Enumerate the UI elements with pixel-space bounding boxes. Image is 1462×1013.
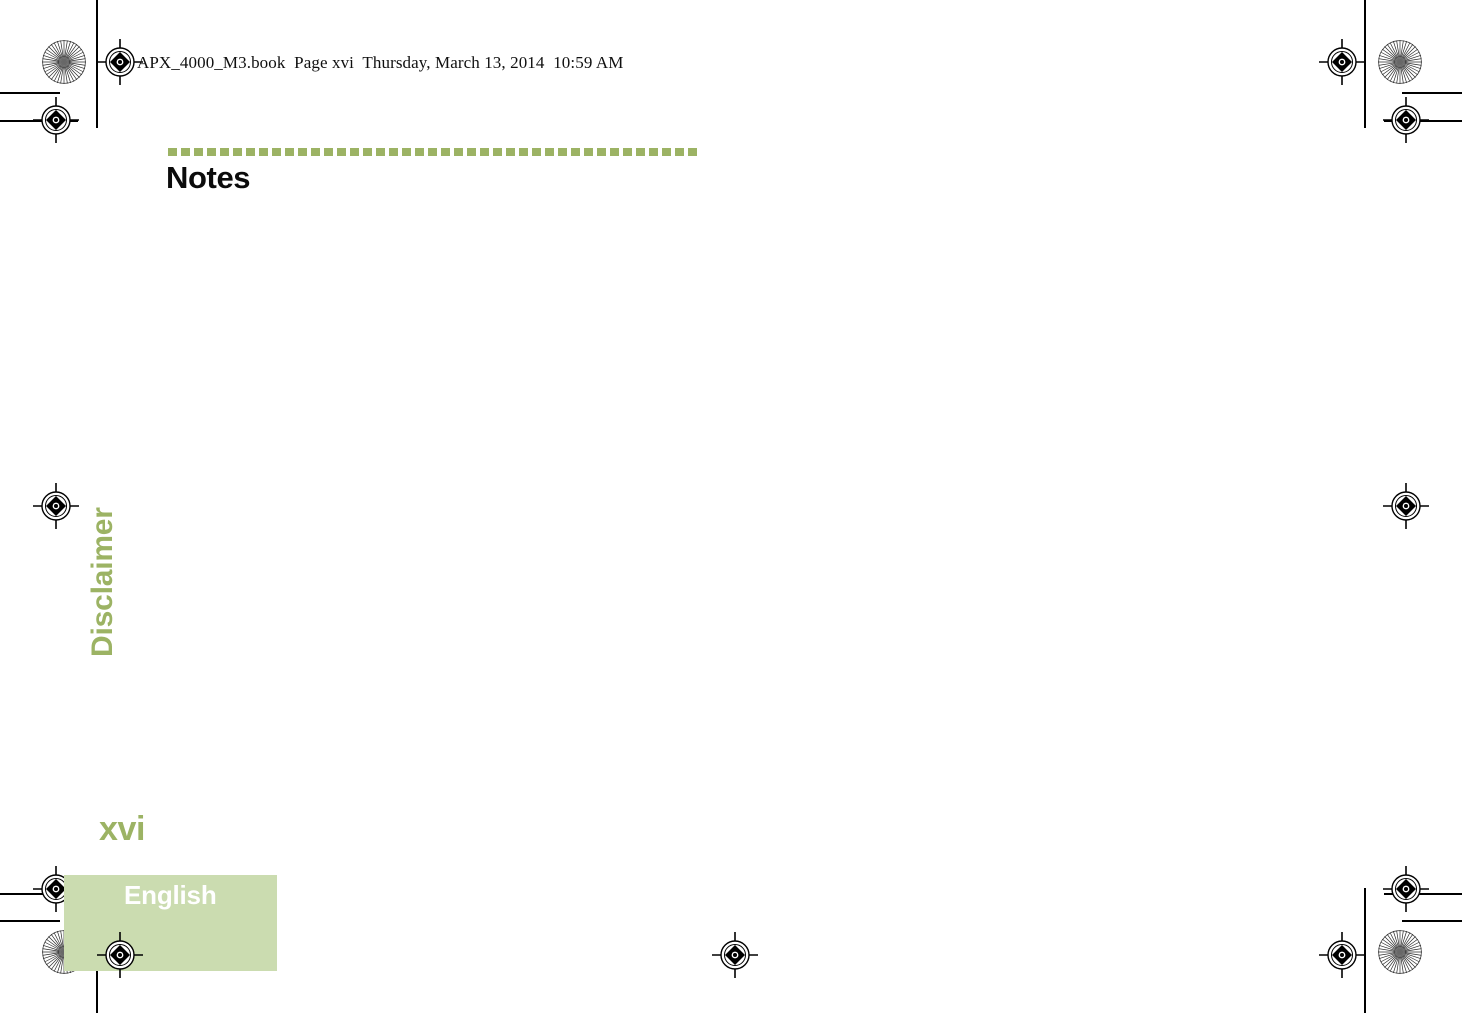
registration-target-icon-bottom-right-outer [1383, 866, 1429, 912]
page-number: xvi [99, 810, 146, 848]
proof-header-text: APX_4000_M3.book Page xvi Thursday, Marc… [137, 53, 624, 72]
registration-target-icon-middle-left [33, 483, 79, 529]
star-target-icon-top-right [1378, 40, 1422, 84]
star-target-icon-bottom-right [1378, 930, 1422, 974]
trim-line-corner-bottom-right [1402, 920, 1462, 922]
registration-target-icon-top-right-inner [1319, 39, 1365, 85]
language-label: English [124, 880, 217, 910]
page-title: Notes [166, 160, 251, 195]
registration-target-icon-middle-right [1383, 483, 1429, 529]
trim-line-corner-top-left [0, 92, 60, 94]
trim-line-corner-bottom-left [0, 920, 60, 922]
trim-line-corner-top-right [1402, 92, 1462, 94]
registration-target-icon-bottom-center [712, 932, 758, 978]
registration-target-icon-top-right-outer [1383, 97, 1429, 143]
registration-target-icon-bottom-right-inner [1319, 932, 1365, 978]
registration-target-icon-bottom-left-inner [97, 932, 143, 978]
registration-target-icon-top-left-outer [33, 97, 79, 143]
star-target-icon-top-left [42, 40, 86, 84]
document-page: Notes Disclaimer xvi English APX_4000_M3… [0, 0, 1462, 1013]
section-divider-rule [168, 148, 698, 156]
chapter-side-tab: Disclaimer [86, 507, 119, 657]
